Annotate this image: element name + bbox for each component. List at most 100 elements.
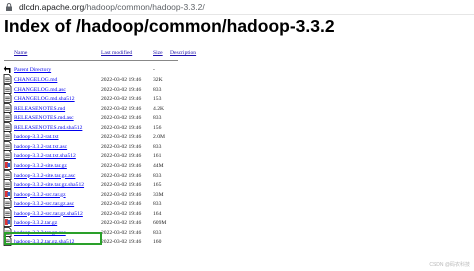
file-modified: 2022-03-02 19:46	[101, 143, 142, 150]
file-size: 833	[153, 86, 162, 93]
file-link[interactable]: hadoop-3.3.2-rat.txt.asc	[14, 143, 67, 152]
text-file-icon	[3, 179, 12, 189]
sort-by-modified-link[interactable]: Last modified	[101, 49, 132, 58]
text-file-icon	[3, 140, 12, 151]
text-file-icon	[3, 150, 12, 161]
file-link[interactable]: hadoop-3.3.2-src.tar.gz.sha512	[14, 210, 83, 219]
file-row: hadoop-3.3.2-rat.txt.sha512 2022-03-02 19…	[0, 150, 474, 161]
file-modified: 2022-03-02 19:46	[101, 105, 142, 112]
parent-directory-row: Parent Directory -	[0, 66, 474, 75]
file-size: 833	[153, 172, 162, 179]
file-modified: 2022-03-02 19:46	[101, 220, 142, 227]
page-title: Index of /hadoop/common/hadoop-3.3.2	[4, 16, 335, 36]
file-row: hadoop-3.3.2-src.tar.gz 2022-03-02 19:46 3…	[0, 188, 474, 200]
file-link[interactable]: hadoop-3.3.2-site.tar.gz.sha512	[14, 181, 84, 190]
text-file-icon	[3, 131, 12, 142]
highlight-box	[4, 232, 102, 245]
file-modified: 2022-03-02 19:46	[101, 96, 142, 103]
file-size: 164	[153, 210, 162, 217]
file-size: 33M	[153, 191, 164, 198]
file-row: hadoop-3.3.2-src.tar.gz.sha512 2022-03-02…	[0, 207, 474, 219]
text-file-icon	[3, 121, 12, 132]
archive-file-icon	[3, 188, 12, 199]
file-link[interactable]: hadoop-3.3.2-src.tar.gz.asc	[14, 200, 74, 209]
file-row: CHANGELOG.md.asc 2022-03-02 19:46 833	[0, 83, 474, 95]
back-arrow-icon	[3, 66, 11, 73]
parent-directory-link[interactable]: Parent Directory	[14, 66, 51, 75]
file-link[interactable]: hadoop-3.3.2.tar.gz	[14, 219, 57, 228]
sort-by-size-link[interactable]: Size	[153, 49, 163, 58]
file-modified: 2022-03-02 19:46	[101, 115, 142, 122]
lock-icon[interactable]	[4, 2, 14, 12]
file-row: hadoop-3.3.2-site.tar.gz.sha512 2022-03-0…	[0, 179, 474, 190]
file-link[interactable]: RELEASENOTES.md.asc	[14, 114, 74, 123]
file-link[interactable]: CHANGELOG.md.sha512	[14, 95, 75, 104]
file-row: hadoop-3.3.2.tar.gz 2022-03-02 19:46 609M	[0, 217, 474, 228]
file-modified: 2022-03-02 19:46	[101, 172, 142, 179]
file-row: hadoop-3.3.2-site.tar.gz 2022-03-02 19:46…	[0, 160, 474, 171]
file-modified: 2022-03-02 19:46	[101, 162, 142, 169]
file-modified: 2022-03-02 19:46	[101, 153, 142, 160]
watermark: CSDN @码农科技	[429, 262, 470, 268]
file-size: 44M	[153, 162, 164, 169]
file-row: hadoop-3.3.2-src.tar.gz.asc 2022-03-02 19…	[0, 198, 474, 209]
text-file-icon	[3, 198, 12, 209]
file-link[interactable]: RELEASENOTES.md.sha512	[14, 124, 82, 133]
url-text[interactable]: dlcdn.apache.org/hadoop/common/hadoop-3.…	[19, 1, 205, 13]
file-modified: 2022-03-02 19:46	[101, 239, 142, 246]
file-modified: 2022-03-02 19:46	[101, 191, 142, 198]
file-link[interactable]: hadoop-3.3.2-rat.txt.sha512	[14, 152, 76, 161]
file-modified: 2022-03-02 19:46	[101, 124, 142, 131]
file-row: CHANGELOG.md 2022-03-02 19:46 32K	[0, 74, 474, 85]
file-size: 153	[153, 96, 162, 103]
file-size: 833	[153, 115, 162, 122]
file-size: 833	[153, 229, 162, 236]
file-row: hadoop-3.3.2-rat.txt.asc 2022-03-02 19:46…	[0, 140, 474, 152]
file-row: RELEASENOTES.md.sha512 2022-03-02 19:46 15…	[0, 121, 474, 133]
file-modified: 2022-03-02 19:46	[101, 201, 142, 208]
file-modified: 2022-03-02 19:46	[101, 86, 142, 93]
file-row: RELEASENOTES.md.asc 2022-03-02 19:46 833	[0, 112, 474, 123]
file-size: 156	[153, 124, 162, 131]
sort-by-name-link[interactable]: Name	[14, 49, 27, 58]
file-link[interactable]: hadoop-3.3.2-site.tar.gz	[14, 162, 67, 171]
file-modified: 2022-03-02 19:46	[101, 77, 142, 83]
text-file-icon	[3, 83, 12, 94]
text-file-icon	[3, 102, 12, 113]
file-modified: 2022-03-02 19:46	[101, 229, 142, 236]
text-file-icon	[3, 207, 12, 218]
file-link[interactable]: CHANGELOG.md.asc	[14, 86, 66, 95]
file-size: 165	[153, 182, 162, 189]
file-row: hadoop-3.3.2-site.tar.gz.asc 2022-03-02 1…	[0, 169, 474, 181]
file-row: CHANGELOG.md.sha512 2022-03-02 19:46 153	[0, 93, 474, 104]
text-file-icon	[3, 169, 12, 180]
file-modified: 2022-03-02 19:46	[101, 210, 142, 217]
text-file-icon	[3, 74, 12, 84]
text-file-icon	[3, 112, 12, 123]
file-link[interactable]: RELEASENOTES.md	[14, 105, 65, 114]
address-bar[interactable]: dlcdn.apache.org/hadoop/common/hadoop-3.…	[0, 0, 474, 15]
file-size: 160	[153, 239, 162, 246]
file-row: hadoop-3.3.2-rat.txt 2022-03-02 19:46 2.0M	[0, 131, 474, 142]
sort-by-description-link[interactable]: Description	[170, 49, 196, 58]
file-size: 833	[153, 143, 162, 150]
file-row: RELEASENOTES.md 2022-03-02 19:46 4.2K	[0, 102, 474, 114]
file-size: 609M	[153, 220, 167, 227]
file-modified: 2022-03-02 19:46	[101, 134, 142, 141]
file-link[interactable]: CHANGELOG.md	[14, 76, 57, 85]
parent-size: -	[153, 67, 155, 73]
file-modified: 2022-03-02 19:46	[101, 182, 142, 189]
file-link[interactable]: hadoop-3.3.2-rat.txt	[14, 133, 59, 142]
file-size: 2.0M	[153, 134, 165, 141]
file-size: 833	[153, 201, 162, 208]
archive-file-icon	[3, 160, 12, 170]
file-size: 32K	[153, 77, 163, 83]
text-file-icon	[3, 93, 12, 103]
file-link[interactable]: hadoop-3.3.2-site.tar.gz.asc	[14, 172, 75, 181]
file-size: 161	[153, 153, 162, 160]
header-divider	[4, 60, 178, 61]
file-size: 4.2K	[153, 105, 165, 112]
archive-file-icon	[3, 217, 12, 228]
file-link[interactable]: hadoop-3.3.2-src.tar.gz	[14, 191, 66, 200]
column-headers: Name Last modified Size Description	[0, 49, 474, 58]
